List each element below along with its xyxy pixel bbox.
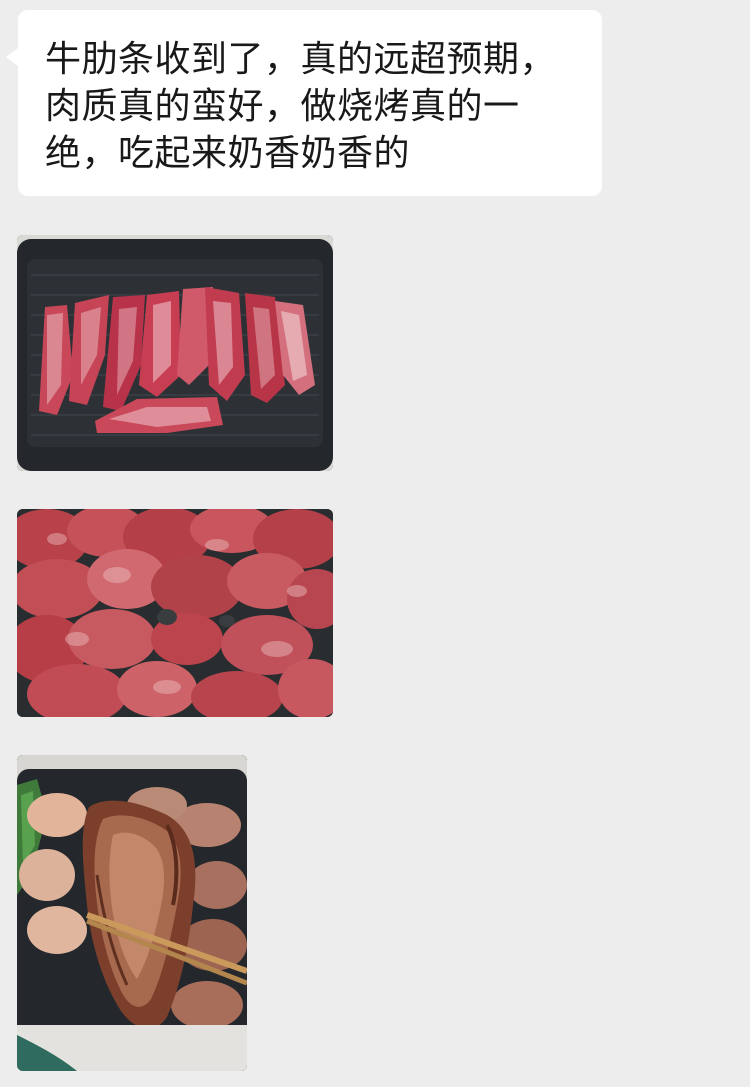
- message-text: 牛肋条收到了，真的远超预期， 肉质真的蛮好，做烧烤真的一 绝，吃起来奶香奶香的: [45, 39, 557, 174]
- chat-background: 牛肋条收到了，真的远超预期， 肉质真的蛮好，做烧烤真的一 绝，吃起来奶香奶香的: [0, 0, 750, 1087]
- image-message-raw-ribs[interactable]: [17, 235, 333, 471]
- message-bubble[interactable]: 牛肋条收到了，真的远超预期， 肉质真的蛮好，做烧烤真的一 绝，吃起来奶香奶香的: [6, 10, 602, 196]
- cut-beef-photo: [17, 509, 333, 717]
- image-message-cut-beef[interactable]: [17, 509, 333, 717]
- raw-ribs-photo: [17, 235, 333, 471]
- image-message-grilled-beef[interactable]: [17, 755, 247, 1071]
- grilled-beef-photo: [17, 755, 247, 1071]
